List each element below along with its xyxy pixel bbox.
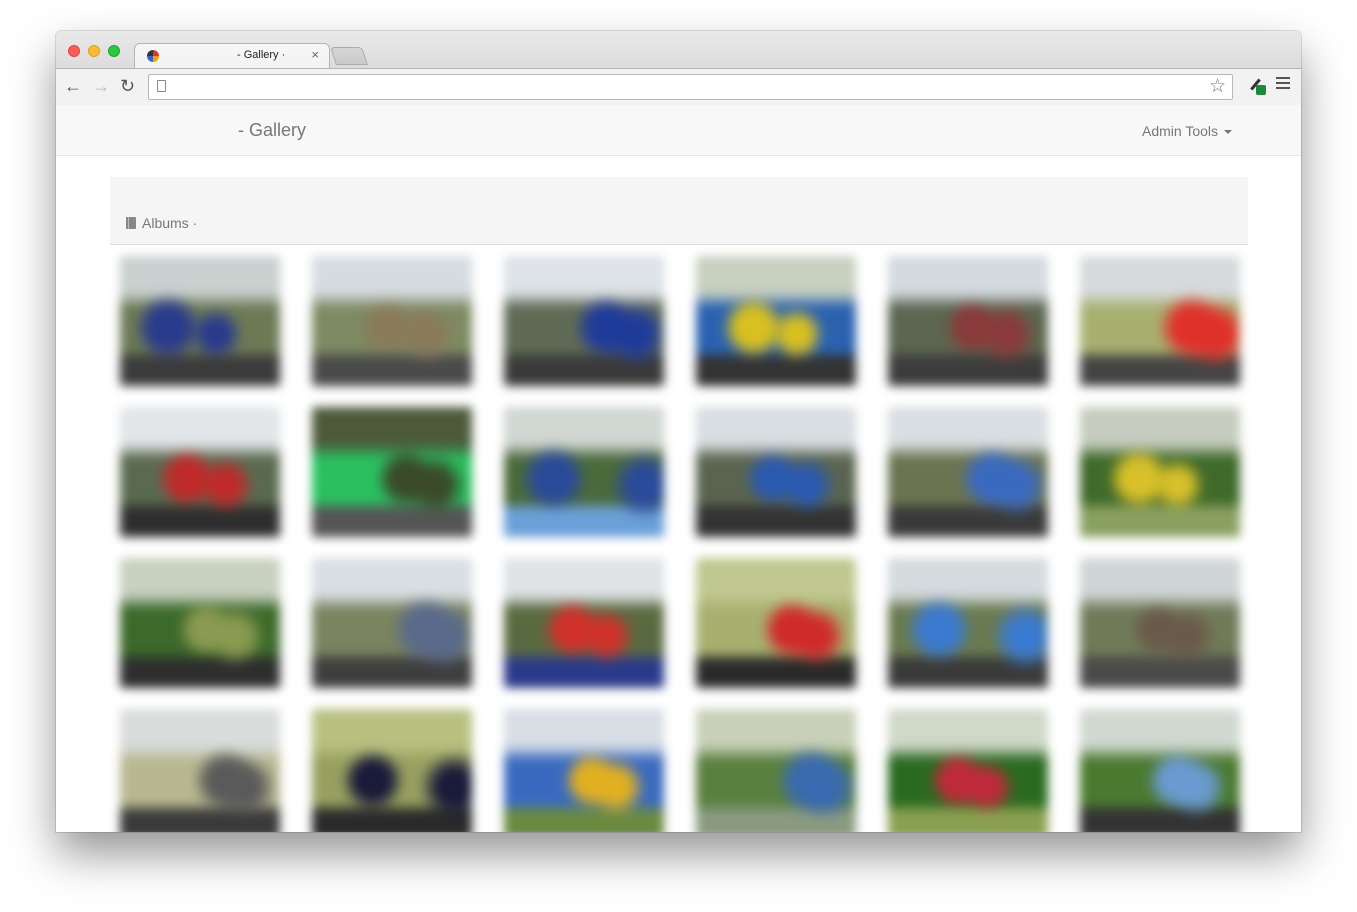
photo-thumbnail[interactable] [696, 558, 856, 688]
photo-thumbnail[interactable] [1080, 709, 1240, 832]
site-navbar: - Gallery Admin Tools [56, 105, 1301, 156]
photo-thumbnail[interactable] [696, 709, 856, 832]
page-content: - Gallery Admin Tools Albums · [56, 105, 1301, 832]
photo-thumbnail[interactable] [312, 256, 472, 386]
photo-thumbnail[interactable] [888, 558, 1048, 688]
admin-tools-dropdown[interactable]: Admin Tools [1142, 123, 1233, 139]
photo-thumbnail[interactable] [888, 256, 1048, 386]
tab-close-icon[interactable]: × [311, 48, 319, 62]
browser-window: - Gallery · × ← → ↻ ☆ - Gallery Admin To… [56, 31, 1301, 832]
breadcrumb-separator: · [192, 215, 198, 231]
page-icon [157, 80, 166, 92]
photo-thumbnail[interactable] [312, 407, 472, 537]
photo-thumbnail[interactable] [504, 709, 664, 832]
admin-tools-label: Admin Tools [1142, 123, 1219, 139]
tab-title: - Gallery · [237, 49, 286, 61]
hamburger-menu-icon[interactable] [1276, 77, 1290, 92]
navbar-brand[interactable]: - Gallery [238, 120, 306, 141]
photo-thumbnail[interactable] [504, 558, 664, 688]
arrow-right-icon[interactable]: → [92, 76, 110, 96]
photo-thumbnail[interactable] [312, 558, 472, 688]
close-window-button[interactable] [68, 45, 80, 57]
arrow-left-icon[interactable]: ← [64, 76, 82, 96]
browser-toolbar: ← → ↻ ☆ [56, 68, 1301, 107]
favicon-icon [147, 50, 159, 62]
eyedropper-extension-icon[interactable] [1246, 75, 1268, 97]
photo-thumbnail[interactable] [312, 709, 472, 832]
zoom-window-button[interactable] [108, 45, 120, 57]
caret-down-icon [1224, 130, 1233, 135]
photo-thumbnail[interactable] [504, 256, 664, 386]
reload-icon[interactable]: ↻ [120, 76, 135, 96]
title-bar: - Gallery · × [56, 31, 1301, 69]
photo-grid [110, 248, 1248, 832]
photo-thumbnail[interactable] [1080, 558, 1240, 688]
photo-thumbnail[interactable] [1080, 407, 1240, 537]
photo-thumbnail[interactable] [888, 709, 1048, 832]
photo-thumbnail[interactable] [888, 407, 1048, 537]
address-bar[interactable]: ☆ [148, 74, 1233, 100]
photo-thumbnail[interactable] [504, 407, 664, 537]
star-icon[interactable]: ☆ [1209, 76, 1226, 98]
minimize-window-button[interactable] [88, 45, 100, 57]
breadcrumb: Albums · [126, 215, 197, 231]
new-tab-button[interactable] [330, 47, 368, 65]
photo-thumbnail[interactable] [696, 407, 856, 537]
photo-thumbnail[interactable] [696, 256, 856, 386]
album-header: Albums · [110, 177, 1248, 245]
photo-thumbnail[interactable] [1080, 256, 1240, 386]
photo-thumbnail[interactable] [120, 256, 280, 386]
book-icon [126, 217, 136, 229]
breadcrumb-albums-link[interactable]: Albums [142, 215, 189, 231]
photo-thumbnail[interactable] [120, 558, 280, 688]
photo-thumbnail[interactable] [120, 709, 280, 832]
photo-thumbnail[interactable] [120, 407, 280, 537]
browser-tab[interactable]: - Gallery · × [134, 43, 330, 69]
